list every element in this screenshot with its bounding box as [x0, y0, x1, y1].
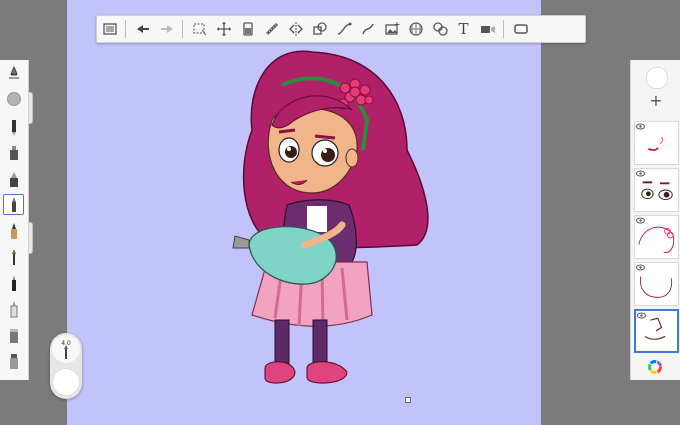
blender-brush-icon[interactable] [3, 350, 25, 372]
layer-thumbnail[interactable] [634, 168, 679, 212]
transform-icon[interactable] [212, 17, 235, 41]
selection-icon[interactable] [188, 17, 211, 41]
perspective-grid-icon[interactable] [404, 17, 427, 41]
eraser-brush-icon[interactable] [3, 298, 25, 320]
copic-color-icon[interactable] [428, 17, 451, 41]
fine-pen-icon[interactable] [3, 272, 25, 294]
brush-size-control[interactable]: 4.0 [52, 335, 80, 363]
layer-fill-icon[interactable] [236, 17, 259, 41]
pen-brush-icon[interactable] [3, 194, 24, 215]
top-toolbar: T [96, 15, 586, 43]
add-layer-button[interactable]: + [631, 91, 680, 110]
layer-panel: + [630, 60, 680, 380]
brush-panel-tab-top[interactable] [29, 92, 33, 124]
text-icon-glyph: T [458, 20, 469, 38]
symmetry-icon[interactable] [284, 17, 307, 41]
brush-properties-icon[interactable] [3, 62, 25, 84]
brush-color-puck[interactable] [3, 88, 25, 110]
brush-color-control[interactable] [52, 368, 80, 396]
airbrush-icon[interactable] [3, 142, 25, 164]
stroke-curve-icon[interactable] [332, 17, 355, 41]
drawing-canvas[interactable] [67, 0, 541, 425]
add-image-icon[interactable] [380, 17, 403, 41]
smudge-brush-icon[interactable] [3, 324, 25, 346]
brush-size-puck[interactable]: 4.0 [50, 333, 82, 399]
fullscreen-icon[interactable] [509, 17, 532, 41]
color-wheel-icon[interactable] [648, 360, 662, 374]
paintbrush-icon[interactable] [3, 246, 25, 268]
text-icon[interactable]: T [452, 17, 475, 41]
background-layer-color[interactable] [646, 67, 668, 89]
character-artwork [232, 50, 429, 384]
canvas-handle[interactable] [405, 397, 411, 403]
menu-list-icon[interactable] [98, 17, 121, 41]
brush-panel-tab-bottom[interactable] [29, 222, 33, 254]
undo-icon[interactable] [131, 17, 154, 41]
record-icon[interactable] [476, 17, 499, 41]
ellipse-curve-icon[interactable] [356, 17, 379, 41]
marker-brush-icon[interactable] [3, 168, 25, 190]
redo-icon[interactable] [155, 17, 178, 41]
layer-thumbnail[interactable] [634, 262, 679, 306]
pencil-brush-icon[interactable] [3, 116, 25, 138]
layer-thumbnail[interactable] [634, 215, 679, 259]
shapes-icon[interactable] [308, 17, 331, 41]
layer-thumbnail-selected[interactable] [634, 309, 679, 353]
ink-pen-icon[interactable] [3, 220, 25, 242]
ruler-icon[interactable] [260, 17, 283, 41]
layer-thumbnail[interactable] [634, 121, 679, 165]
brush-toolbar [0, 60, 29, 380]
pen-nib-icon [64, 345, 68, 359]
